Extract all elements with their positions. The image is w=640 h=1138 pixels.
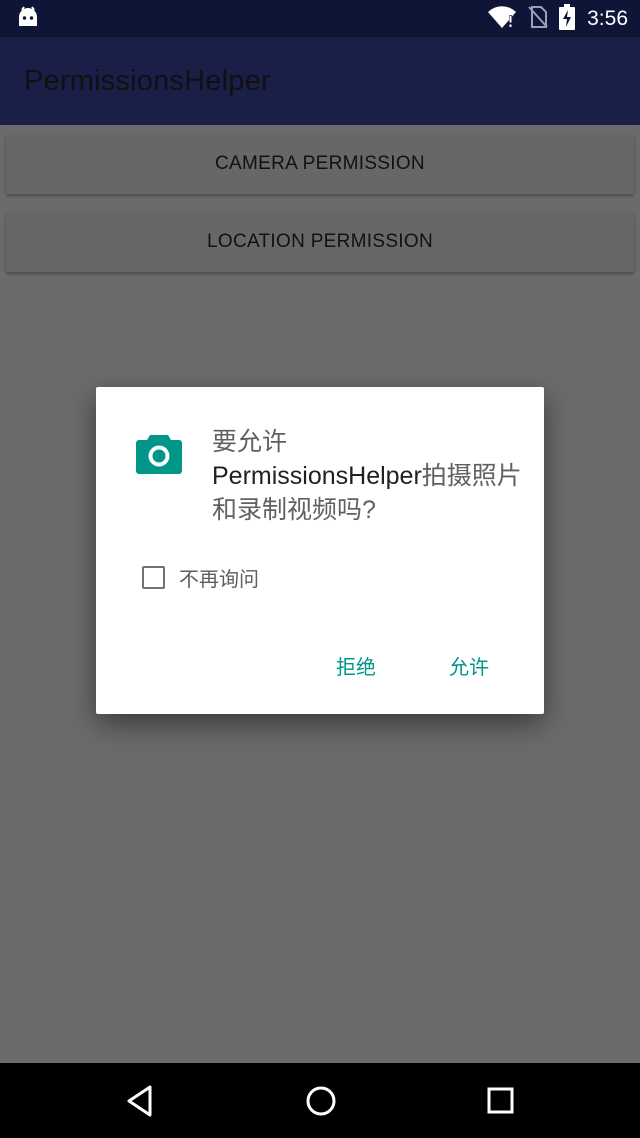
- back-icon[interactable]: [124, 1083, 156, 1123]
- dialog-message: 要允许 PermissionsHelper拍摄照片和录制视频吗?: [212, 425, 522, 527]
- navigation-bar: [0, 1063, 640, 1138]
- app-title: PermissionsHelper: [24, 65, 271, 97]
- android-debug-icon: [16, 6, 40, 32]
- home-icon[interactable]: [304, 1083, 338, 1123]
- dont-ask-again-label: 不再询问: [179, 567, 259, 591]
- dialog-app-name: PermissionsHelper: [212, 462, 422, 490]
- dont-ask-again-checkbox[interactable]: [142, 566, 165, 589]
- dialog-message-prefix: 要允许: [212, 428, 288, 456]
- no-sim-icon: [527, 5, 549, 33]
- dont-ask-again-row[interactable]: 不再询问: [142, 563, 259, 592]
- status-bar: 3:56: [0, 0, 640, 37]
- status-time: 3:56: [587, 7, 628, 30]
- recents-icon[interactable]: [485, 1083, 517, 1123]
- permission-dialog: 要允许 PermissionsHelper拍摄照片和录制视频吗? 不再询问 拒绝 …: [96, 387, 544, 714]
- camera-icon: [135, 433, 183, 479]
- deny-button[interactable]: 拒绝: [322, 643, 390, 688]
- allow-button[interactable]: 允许: [435, 643, 503, 688]
- location-permission-button[interactable]: LOCATION PERMISSION: [6, 212, 634, 272]
- battery-charging-icon: [559, 4, 576, 34]
- camera-permission-button[interactable]: CAMERA PERMISSION: [6, 134, 634, 194]
- wifi-icon: [487, 5, 517, 33]
- app-bar: PermissionsHelper: [0, 37, 640, 125]
